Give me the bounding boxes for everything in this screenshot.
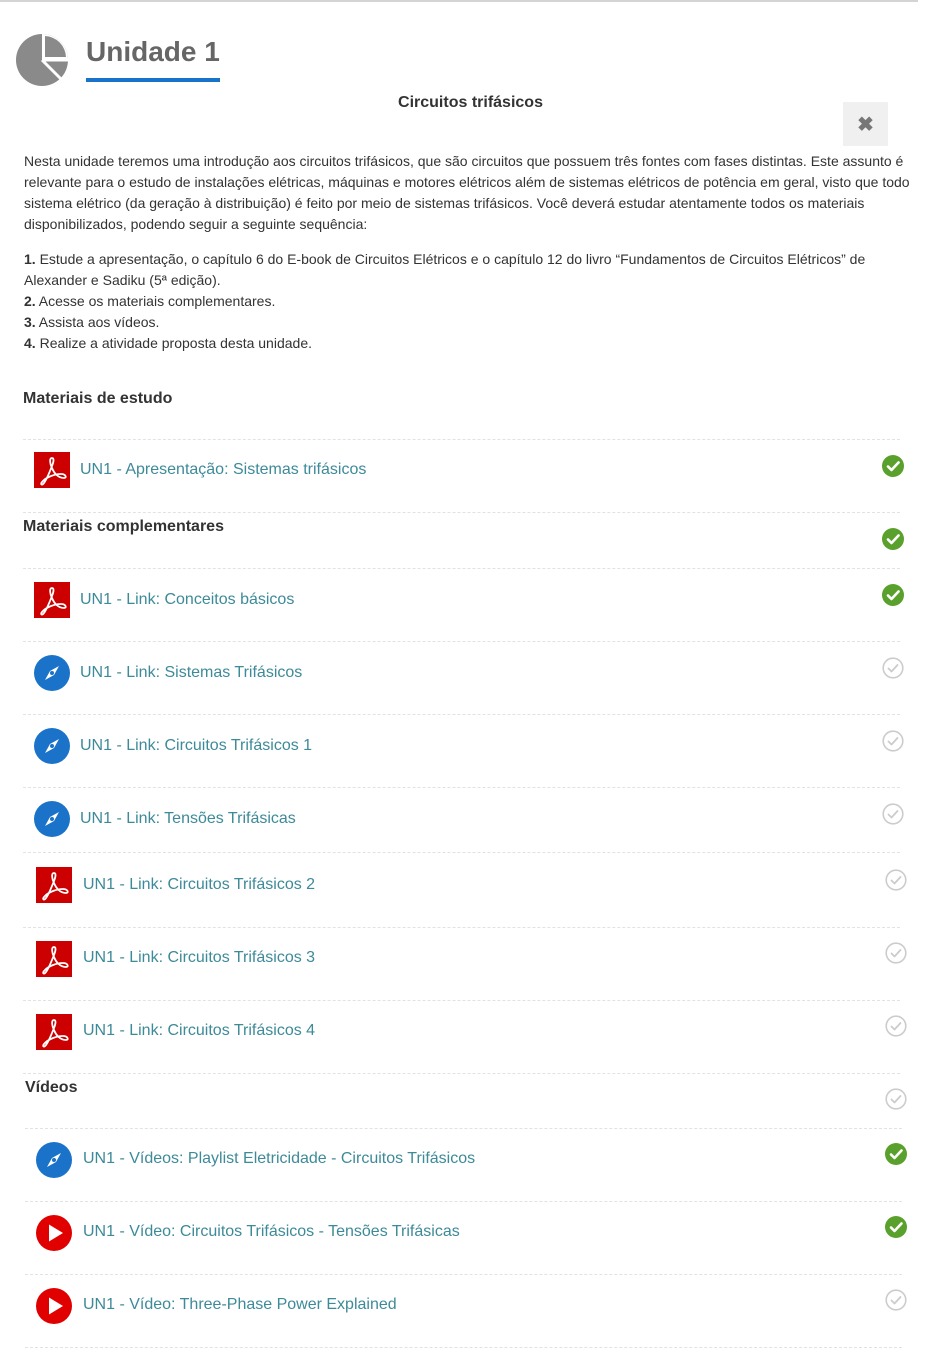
close-icon: ✖: [857, 113, 874, 136]
section-heading-complementares: Materiais complementares: [23, 518, 224, 535]
completion-check-icon[interactable]: [882, 528, 904, 550]
item-label[interactable]: UN1 - Link: Conceitos básicos: [80, 591, 294, 609]
close-button[interactable]: ✖: [843, 102, 888, 146]
step-number: 3.: [24, 314, 36, 330]
unit-title-underline: [86, 78, 220, 82]
pdf-icon: [34, 452, 70, 488]
divider: [23, 512, 900, 513]
section-heading-estudo: Materiais de estudo: [23, 390, 173, 407]
section-heading-videos: Vídeos: [25, 1079, 78, 1096]
compass-icon: [34, 655, 70, 691]
intro-text: Nesta unidade teremos uma introdução aos…: [24, 151, 914, 235]
completion-check-icon[interactable]: [882, 455, 904, 477]
divider: [25, 1347, 902, 1348]
incomplete-check-icon[interactable]: [885, 1289, 907, 1311]
top-divider: [0, 0, 918, 2]
list-item[interactable]: UN1 - Link: Circuitos Trifásicos 2: [23, 853, 913, 913]
list-item[interactable]: UN1 - Link: Circuitos Trifásicos 4: [23, 1001, 913, 1061]
list-item[interactable]: UN1 - Link: Tensões Trifásicas: [23, 788, 913, 848]
page-subtitle: Circuitos trifásicos: [398, 94, 543, 111]
play-icon: [36, 1288, 72, 1324]
pdf-icon: [36, 867, 72, 903]
pdf-icon: [36, 941, 72, 977]
item-label[interactable]: UN1 - Link: Circuitos Trifásicos 1: [80, 737, 312, 755]
compass-icon: [34, 728, 70, 764]
item-label[interactable]: UN1 - Link: Circuitos Trifásicos 3: [83, 949, 315, 967]
list-item[interactable]: UN1 - Link: Circuitos Trifásicos 1: [23, 715, 913, 775]
step-3: 3. Assista aos vídeos.: [24, 312, 914, 333]
step-text: Assista aos vídeos.: [35, 314, 160, 330]
pdf-icon: [34, 582, 70, 618]
list-item[interactable]: UN1 - Vídeo: Circuitos Trifásicos - Tens…: [25, 1202, 915, 1262]
completion-check-icon[interactable]: [882, 584, 904, 606]
pdf-icon: [36, 1014, 72, 1050]
step-1: 1. Estude a apresentação, o capítulo 6 d…: [24, 249, 914, 291]
list-item[interactable]: UN1 - Apresentação: Sistemas trifásicos: [23, 440, 913, 500]
item-label[interactable]: UN1 - Vídeo: Three-Phase Power Explained: [83, 1296, 397, 1314]
step-4: 4. Realize a atividade proposta desta un…: [24, 333, 914, 354]
step-number: 2.: [24, 293, 36, 309]
step-number: 4.: [24, 335, 36, 351]
intro-paragraph: Nesta unidade teremos uma introdução aos…: [24, 153, 910, 232]
list-item[interactable]: UN1 - Vídeo: Three-Phase Power Explained: [25, 1275, 915, 1335]
step-text: Realize a atividade proposta desta unida…: [35, 335, 312, 351]
completion-check-icon[interactable]: [885, 1143, 907, 1165]
item-label[interactable]: UN1 - Apresentação: Sistemas trifásicos: [80, 461, 366, 479]
item-label[interactable]: UN1 - Link: Tensões Trifásicas: [80, 810, 296, 828]
step-text: Acesse os materiais complementares.: [35, 293, 276, 309]
incomplete-check-icon[interactable]: [882, 657, 904, 679]
step-2: 2. Acesse os materiais complementares.: [24, 291, 914, 312]
incomplete-check-icon[interactable]: [885, 1088, 907, 1110]
divider: [23, 1073, 900, 1074]
incomplete-check-icon[interactable]: [885, 1015, 907, 1037]
incomplete-check-icon[interactable]: [885, 942, 907, 964]
step-number: 1.: [24, 251, 36, 267]
list-item[interactable]: UN1 - Link: Conceitos básicos: [23, 569, 913, 629]
completion-check-icon[interactable]: [885, 1216, 907, 1238]
compass-icon: [36, 1142, 72, 1178]
steps-list: 1. Estude a apresentação, o capítulo 6 d…: [24, 249, 914, 354]
compass-icon: [34, 801, 70, 837]
item-label[interactable]: UN1 - Link: Circuitos Trifásicos 2: [83, 876, 315, 894]
incomplete-check-icon[interactable]: [882, 730, 904, 752]
item-label[interactable]: UN1 - Link: Circuitos Trifásicos 4: [83, 1022, 315, 1040]
pie-chart-icon: [16, 34, 68, 86]
item-label[interactable]: UN1 - Vídeo: Circuitos Trifásicos - Tens…: [83, 1223, 460, 1241]
play-icon: [36, 1215, 72, 1251]
item-label[interactable]: UN1 - Vídeos: Playlist Eletricidade - Ci…: [83, 1150, 475, 1168]
incomplete-check-icon[interactable]: [885, 869, 907, 891]
incomplete-check-icon[interactable]: [882, 803, 904, 825]
list-item[interactable]: UN1 - Link: Circuitos Trifásicos 3: [23, 928, 913, 988]
list-item[interactable]: UN1 - Link: Sistemas Trifásicos: [23, 642, 913, 702]
unit-title: Unidade 1: [86, 36, 220, 67]
list-item[interactable]: UN1 - Vídeos: Playlist Eletricidade - Ci…: [25, 1129, 915, 1189]
item-label[interactable]: UN1 - Link: Sistemas Trifásicos: [80, 664, 302, 682]
step-text: Estude a apresentação, o capítulo 6 do E…: [24, 251, 866, 288]
